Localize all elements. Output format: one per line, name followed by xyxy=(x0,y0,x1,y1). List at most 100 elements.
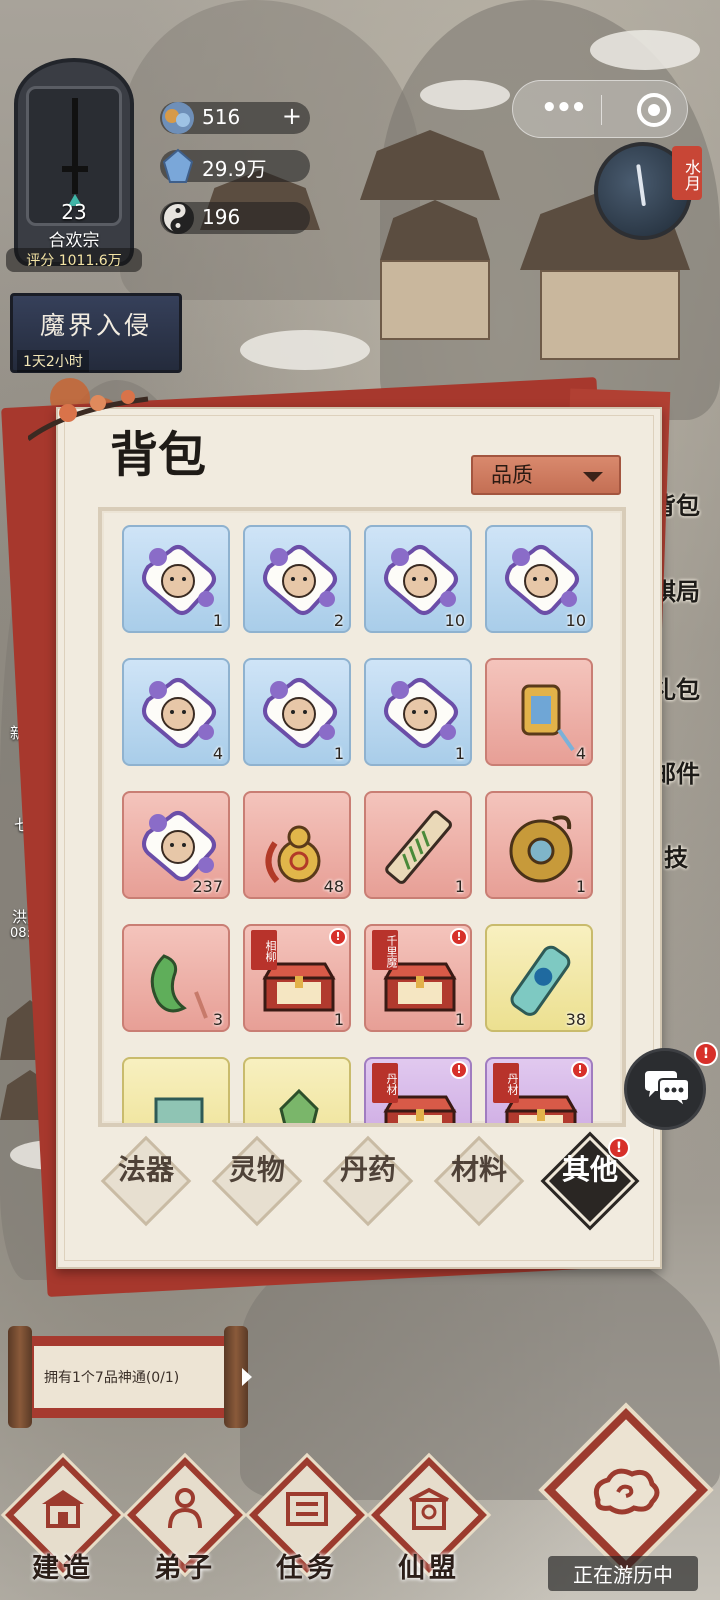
bag-title: 背包 xyxy=(110,427,207,483)
item-alert-badge: ! xyxy=(571,1061,589,1079)
category-tab[interactable]: 其他! xyxy=(540,1131,640,1233)
bamboo-slip-icon xyxy=(385,810,452,884)
tab-label: 灵物 xyxy=(228,1153,285,1186)
event-title: 魔界入侵 xyxy=(39,311,152,340)
item-grid[interactable]: 1 2 10 10 4 1 1 4 237 48 1 1 3 相柳! 1 千里魔! 1 38 丹材! 丹材! xyxy=(98,507,626,1127)
item-slot[interactable] xyxy=(243,1057,351,1123)
puzzle-fragment-icon xyxy=(384,678,458,748)
chat-bubble-icon xyxy=(645,1071,690,1109)
item-slot[interactable]: 1 xyxy=(485,791,593,899)
scroll-task-icon xyxy=(286,1492,328,1526)
nav-alliance[interactable]: 仙盟 xyxy=(370,1457,488,1586)
item-slot[interactable]: 4 xyxy=(485,658,593,766)
disciple-icon xyxy=(168,1488,202,1529)
side-entry-skill[interactable]: 技 xyxy=(664,838,688,873)
item-slot[interactable]: 10 xyxy=(364,525,472,633)
category-tab[interactable]: 灵物 xyxy=(209,1135,305,1233)
currency-yinyang[interactable]: 196 xyxy=(160,202,310,234)
item-count: 1 xyxy=(454,744,465,763)
item-slot[interactable]: 丹材! xyxy=(364,1057,472,1123)
tab-label: 材料 xyxy=(450,1153,507,1186)
item-count: 4 xyxy=(575,744,586,763)
cloud-coin-icon xyxy=(162,102,194,134)
item-tag: 丹材 xyxy=(493,1063,519,1103)
item-count: 2 xyxy=(333,611,344,630)
item-count: 1 xyxy=(212,611,223,630)
scroll-inner: 拥有1个7品神通(0/1) xyxy=(34,1346,224,1408)
scroll-rod-left xyxy=(8,1326,32,1428)
jade-box-icon xyxy=(154,1097,204,1123)
item-slot[interactable]: 3 xyxy=(122,924,230,1032)
item-tag: 千里魔 xyxy=(372,930,398,970)
item-slot[interactable]: 1 xyxy=(243,658,351,766)
category-tab[interactable]: 材料 xyxy=(431,1135,527,1233)
puzzle-fragment-icon xyxy=(263,545,337,615)
more-options-icon[interactable]: ••• xyxy=(541,95,587,121)
item-count: 1 xyxy=(333,1010,344,1029)
item-alert-badge: ! xyxy=(450,928,468,946)
item-slot[interactable]: 38 xyxy=(485,924,593,1032)
yin-yang-icon xyxy=(162,202,194,234)
nav-disciples[interactable]: 弟子 xyxy=(126,1457,244,1586)
item-slot[interactable]: 10 xyxy=(485,525,593,633)
item-slot[interactable]: 丹材! xyxy=(485,1057,593,1123)
season-tag: 水月 xyxy=(672,146,702,200)
player-profile[interactable]: 23 合欢宗 评分 1011.6万 xyxy=(6,58,142,272)
tab-label: 法器 xyxy=(117,1153,174,1186)
item-count: 3 xyxy=(212,1010,223,1029)
travel-button[interactable]: 正在游历中 xyxy=(530,1407,720,1594)
item-slot[interactable]: 1 xyxy=(122,525,230,633)
quest-tracker[interactable]: 拥有1个7品神通(0/1) xyxy=(8,1326,252,1428)
sword-icon xyxy=(62,98,88,206)
currency-spirit-stone[interactable]: 516 + xyxy=(160,102,310,134)
item-slot[interactable]: 4 xyxy=(122,658,230,766)
item-count: 48 xyxy=(323,877,344,896)
item-count: 237 xyxy=(192,877,223,896)
item-slot[interactable]: 2 xyxy=(243,525,351,633)
player-level: 23 xyxy=(61,200,87,224)
chat-button[interactable] xyxy=(624,1048,706,1130)
nav-build[interactable]: 建造 xyxy=(4,1457,122,1586)
puzzle-fragment-icon xyxy=(263,678,337,748)
currency-crystal[interactable]: 29.9万 xyxy=(160,148,310,183)
travel-status: 正在游历中 xyxy=(548,1556,698,1591)
category-tab[interactable]: 丹药 xyxy=(320,1135,416,1233)
chat-alert-badge: ! xyxy=(694,1042,718,1066)
building-icon xyxy=(42,1490,84,1528)
quality-sort-dropdown[interactable]: 品质 xyxy=(471,455,621,495)
miniprogram-capsule: ••• xyxy=(512,80,688,138)
capsule-divider xyxy=(601,95,602,125)
category-tab[interactable]: 法器 xyxy=(98,1135,194,1233)
item-slot[interactable]: 1 xyxy=(364,791,472,899)
item-slot[interactable] xyxy=(122,1057,230,1123)
jade-disc-icon xyxy=(509,815,573,883)
item-slot[interactable]: 相柳! 1 xyxy=(243,924,351,1032)
item-alert-badge: ! xyxy=(329,928,347,946)
item-slot[interactable]: 48 xyxy=(243,791,351,899)
close-miniprogram-icon[interactable] xyxy=(637,93,671,127)
quest-text: 拥有1个7品神通(0/1) xyxy=(44,1370,180,1386)
currency-value: 29.9万 xyxy=(202,157,267,181)
green-gem-icon xyxy=(279,1088,319,1123)
demon-invasion-event[interactable]: 魔界入侵 1天2小时 xyxy=(10,293,182,373)
item-slot[interactable]: 1 xyxy=(364,658,472,766)
item-count: 1 xyxy=(575,877,586,896)
sort-label: 品质 xyxy=(491,463,533,487)
token-pendant-icon xyxy=(521,684,575,752)
power-score: 评分 1011.6万 xyxy=(6,248,142,272)
alliance-gate-icon xyxy=(409,1487,449,1530)
item-tag: 丹材 xyxy=(372,1063,398,1103)
nav-tasks[interactable]: 任务 xyxy=(248,1457,366,1586)
item-slot[interactable]: 千里魔! 1 xyxy=(364,924,472,1032)
scroll-paper: 拥有1个7品神通(0/1) xyxy=(24,1336,234,1418)
item-tag: 相柳 xyxy=(251,930,277,970)
expand-arrow-icon[interactable] xyxy=(242,1368,252,1386)
item-alert-badge: ! xyxy=(450,1061,468,1079)
tab-label: 其他 xyxy=(561,1153,618,1186)
tab-label: 丹药 xyxy=(339,1153,396,1186)
puzzle-fragment-icon xyxy=(142,678,216,748)
item-count: 38 xyxy=(565,1010,586,1029)
item-slot[interactable]: 237 xyxy=(122,791,230,899)
add-currency-button[interactable]: + xyxy=(282,102,302,130)
item-count: 10 xyxy=(565,611,586,630)
